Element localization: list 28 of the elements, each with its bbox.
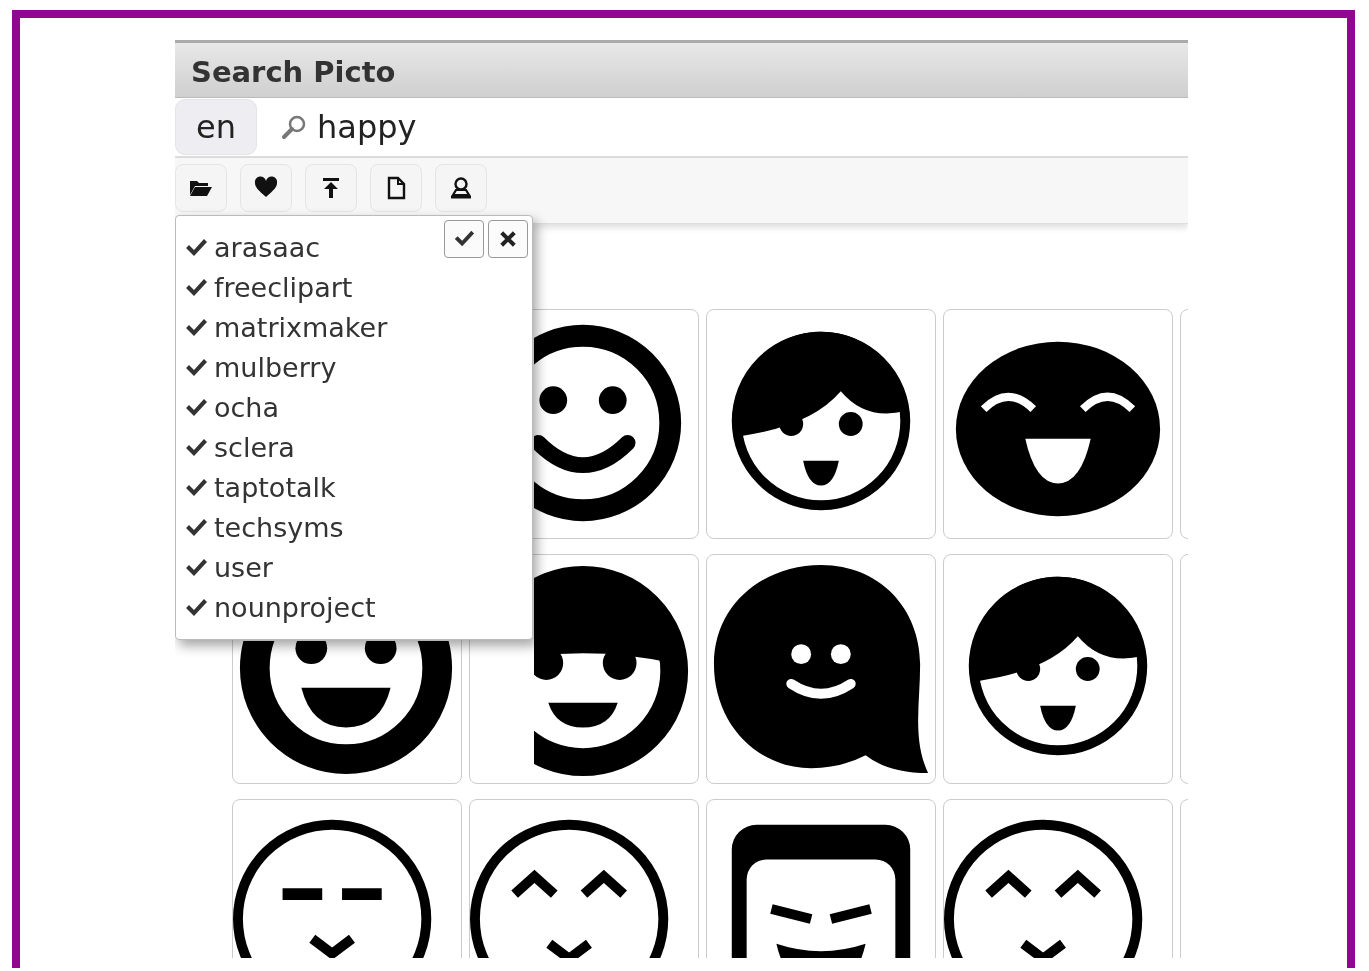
heart-icon xyxy=(254,176,278,200)
search-field[interactable]: happy xyxy=(315,102,1115,152)
source-item[interactable]: sclera xyxy=(184,428,524,468)
source-item[interactable]: matrixmaker xyxy=(184,308,524,348)
close-icon xyxy=(499,230,517,248)
confirm-button[interactable] xyxy=(444,220,484,258)
upload-button[interactable] xyxy=(305,164,357,212)
source-item[interactable]: nounproject xyxy=(184,588,524,628)
language-button[interactable]: en xyxy=(175,99,257,155)
close-button[interactable] xyxy=(488,220,528,258)
heart-button[interactable] xyxy=(240,164,292,212)
source-item[interactable]: taptotalk xyxy=(184,468,524,508)
source-item[interactable]: arasaac xyxy=(184,228,524,268)
source-item[interactable]: user xyxy=(184,548,524,588)
file-button[interactable] xyxy=(370,164,422,212)
search-icon xyxy=(281,114,307,140)
window-title: Search Picto xyxy=(175,40,1188,98)
folder-button[interactable] xyxy=(175,164,227,212)
source-item[interactable]: freeclipart xyxy=(184,268,524,308)
source-item[interactable]: mulberry xyxy=(184,348,524,388)
picto-tile[interactable] xyxy=(943,309,1173,539)
stamp-button[interactable] xyxy=(435,164,487,212)
picto-tile[interactable] xyxy=(469,554,699,784)
picto-tile[interactable] xyxy=(706,309,936,539)
source-item[interactable]: techsyms xyxy=(184,508,524,548)
stamp-icon xyxy=(449,176,473,200)
picto-tile[interactable] xyxy=(943,554,1173,784)
source-item[interactable]: ocha xyxy=(184,388,524,428)
